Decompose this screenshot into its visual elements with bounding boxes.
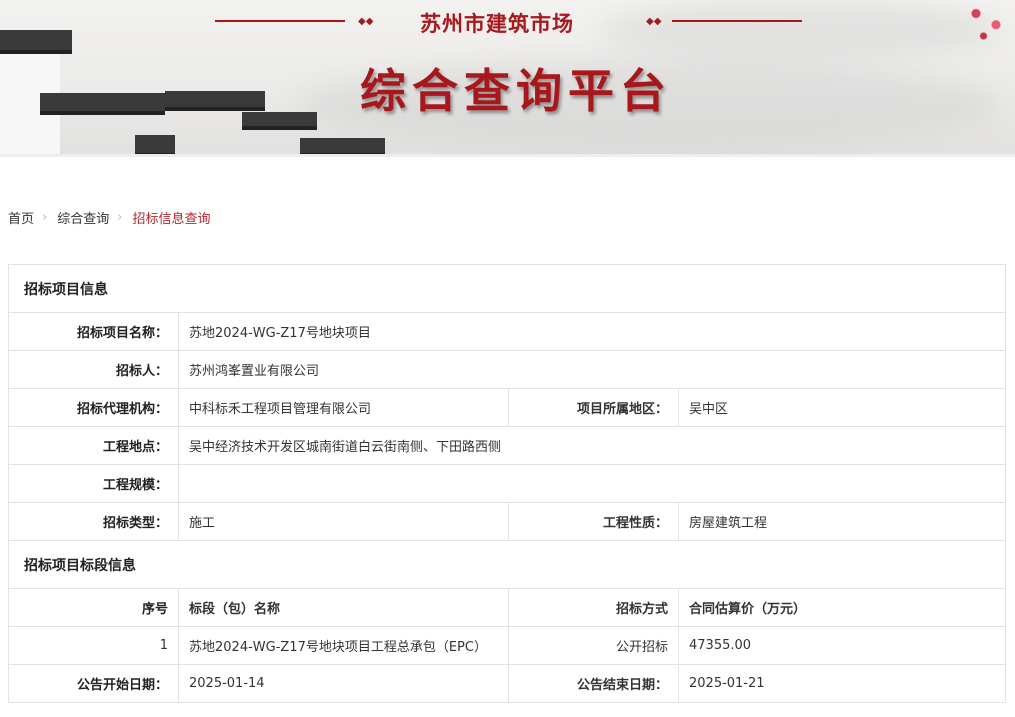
column-header: 标段（包）名称 <box>178 588 509 627</box>
label: 项目所属地区： <box>508 388 679 427</box>
divider-line <box>215 20 345 22</box>
breadcrumb-current: 招标信息查询 <box>132 212 211 227</box>
project-nature: 房屋建筑工程 <box>678 502 1006 541</box>
label: 工程地点： <box>8 426 179 465</box>
section-title: 招标项目信息 <box>8 264 1006 313</box>
section-title: 招标项目标段信息 <box>8 540 1006 589</box>
agency: 中科标禾工程项目管理有限公司 <box>178 388 509 427</box>
tenderer: 苏州鸿峯置业有限公司 <box>178 350 1006 389</box>
tender-type: 施工 <box>178 502 509 541</box>
label: 招标人： <box>8 350 179 389</box>
tender-info-table: 招标项目信息 招标项目名称： 苏地2024-WG-Z17号地块项目 招标人： 苏州鸿… <box>8 264 1006 703</box>
label: 工程规模： <box>8 464 179 503</box>
section-name: 苏地2024-WG-Z17号地块项目工程总承包（EPC） <box>178 626 509 665</box>
scale <box>178 464 1006 503</box>
divider-line <box>672 20 802 22</box>
chevron-right-icon: › <box>42 210 48 225</box>
header-banner: ◆◆ 苏州市建筑市场 ◆◆ 综合查询平台 <box>0 0 1015 157</box>
roof-decoration <box>40 93 165 115</box>
label: 招标类型： <box>8 502 179 541</box>
banner-subtitle: 苏州市建筑市场 <box>420 11 574 36</box>
label: 工程性质： <box>508 502 679 541</box>
roof-decoration <box>0 30 72 54</box>
plum-blossom-decoration <box>961 0 1011 45</box>
estimated-price: 47355.00 <box>678 626 1006 665</box>
breadcrumb-home[interactable]: 首页 <box>8 208 34 227</box>
column-header: 合同估算价（万元） <box>678 588 1006 627</box>
chevron-right-icon: › <box>117 210 123 225</box>
banner-title: 综合查询平台 <box>360 64 672 118</box>
breadcrumb: 首页 › 综合查询 › 招标信息查询 <box>8 208 218 227</box>
start-date: 2025-01-14 <box>178 664 509 703</box>
table-row: 1 苏地2024-WG-Z17号地块项目工程总承包（EPC） 公开招标 47355.0… <box>8 626 1006 665</box>
project-name: 苏地2024-WG-Z17号地块项目 <box>178 312 1006 351</box>
diamond-icon: ◆◆ <box>358 16 374 27</box>
row-number: 1 <box>8 626 179 665</box>
label: 公告结束日期： <box>508 664 679 703</box>
roof-decoration <box>300 138 385 154</box>
diamond-icon: ◆◆ <box>646 16 662 27</box>
label: 招标代理机构： <box>8 388 179 427</box>
breadcrumb-query[interactable]: 综合查询 <box>57 208 109 227</box>
column-header: 招标方式 <box>508 588 679 627</box>
roof-decoration <box>165 91 265 111</box>
roof-decoration <box>135 135 175 154</box>
label: 公告开始日期： <box>8 664 179 703</box>
label: 招标项目名称： <box>8 312 179 351</box>
tender-method: 公开招标 <box>508 626 679 665</box>
roof-decoration <box>242 112 317 130</box>
end-date: 2025-01-21 <box>678 664 1006 703</box>
column-header: 序号 <box>8 588 179 627</box>
region: 吴中区 <box>678 388 1006 427</box>
location: 吴中经济技术开发区城南街道白云街南侧、下田路西侧 <box>178 426 1006 465</box>
